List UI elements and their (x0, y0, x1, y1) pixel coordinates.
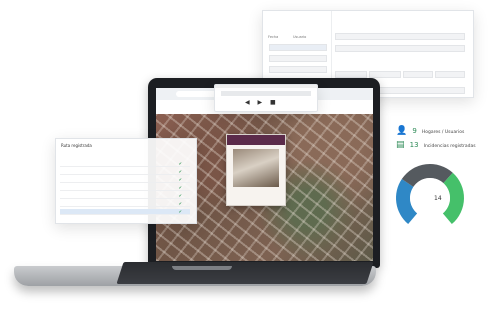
popup-photo (233, 149, 279, 187)
form-input[interactable] (369, 71, 401, 78)
form-input[interactable] (335, 33, 465, 40)
table-row[interactable]: ✔ (60, 193, 190, 199)
check-icon: ✔ (178, 177, 182, 182)
table-row[interactable]: ✔ (60, 185, 190, 191)
table-row[interactable]: ✔ (60, 161, 190, 167)
chart-icon: ▤ (396, 140, 405, 150)
check-icon: ✔ (178, 185, 182, 190)
form-side-label-2: Usuario (293, 35, 307, 39)
check-icon: ✔ (178, 201, 182, 206)
player-progress[interactable] (221, 91, 311, 96)
form-side-row[interactable] (269, 66, 327, 73)
stat-label: Incidencias registradas (423, 144, 476, 149)
form-input[interactable] (403, 71, 433, 78)
table-row[interactable]: ✔ (60, 209, 190, 215)
player-controls[interactable]: ◀ ▶ ■ (245, 99, 279, 106)
table-row[interactable]: ✔ (60, 169, 190, 175)
gauge-chart: 14 (396, 164, 464, 225)
check-icon: ✔ (178, 193, 182, 198)
check-icon: ✔ (178, 161, 182, 166)
laptop-notch (172, 266, 232, 270)
stat-value: 13 (409, 141, 419, 149)
map-photo-popup[interactable] (226, 134, 286, 206)
stats-gauge-panel: 👤 9 Hogares / Usuarios ▤ 13 Incidencias … (382, 110, 488, 238)
table-title: Ruta registrada (61, 143, 92, 148)
form-input[interactable] (435, 71, 465, 78)
form-side-row[interactable] (269, 44, 327, 51)
form-input[interactable] (335, 71, 367, 78)
map-player-panel: ◀ ▶ ■ (214, 84, 318, 112)
gauge-center-value: 14 (434, 195, 442, 202)
check-icon: ✔ (178, 209, 182, 214)
stat-item-incidents: ▤ 13 Incidencias registradas (396, 132, 476, 151)
check-icon: ✔ (178, 169, 182, 174)
laptop-keyboard (116, 262, 374, 284)
table-row[interactable]: ✔ (60, 177, 190, 183)
gauge-center (410, 178, 450, 218)
form-input[interactable] (335, 45, 465, 52)
form-side-label-1: Fecha (268, 35, 279, 39)
form-side-row[interactable] (269, 55, 327, 62)
popup-header (227, 135, 285, 145)
route-table-panel: Ruta registrada ✔ ✔ ✔ ✔ ✔ ✔ ✔ (55, 138, 197, 224)
table-row[interactable]: ✔ (60, 201, 190, 207)
